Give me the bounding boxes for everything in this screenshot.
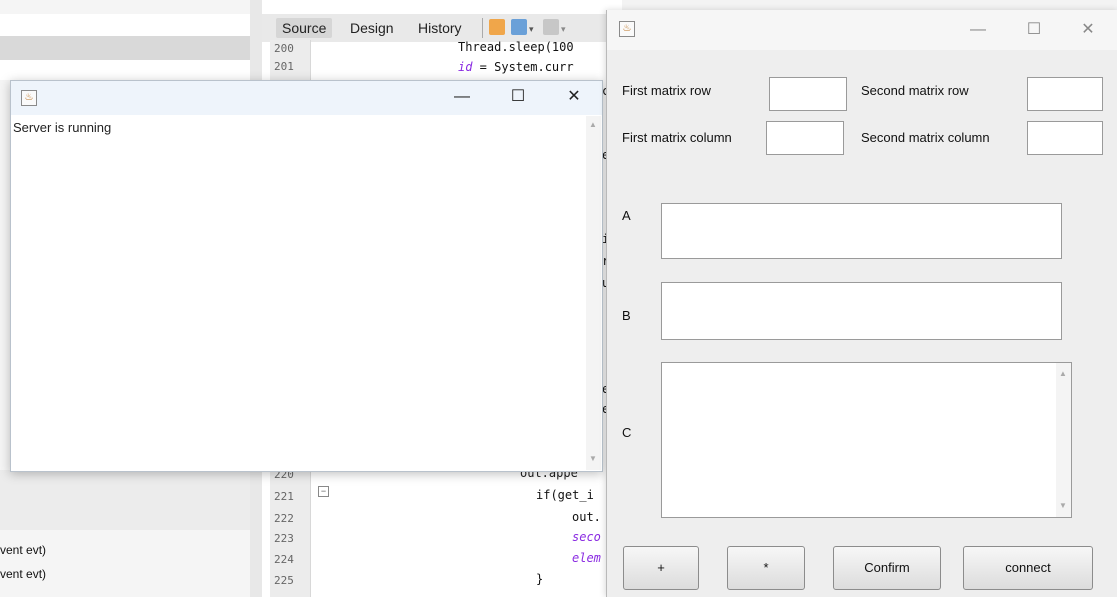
server-window-titlebar[interactable]: ♨ — ☐ ✕ xyxy=(11,81,602,115)
close-button[interactable]: ✕ xyxy=(559,85,589,109)
connect-button[interactable]: connect xyxy=(963,546,1093,590)
second-matrix-row-input[interactable] xyxy=(1027,77,1103,111)
back-icon[interactable] xyxy=(489,19,505,35)
matrix-b-label: B xyxy=(622,308,631,323)
code-line: if(get_i xyxy=(536,488,594,502)
server-log-scrollbar[interactable]: ▲ ▼ xyxy=(586,116,601,470)
line-number: 223 xyxy=(274,532,294,545)
matrix-a-label: A xyxy=(622,208,631,223)
event-method-item[interactable]: vent evt) xyxy=(0,543,46,557)
code-line: out. xyxy=(572,510,601,524)
matrix-c-scrollbar[interactable]: ▲ ▼ xyxy=(1056,363,1071,517)
tab-design[interactable]: Design xyxy=(344,18,400,38)
minimize-button[interactable]: — xyxy=(963,18,993,42)
line-number: 224 xyxy=(274,553,294,566)
find-icon[interactable] xyxy=(543,19,559,35)
navigate-icon[interactable] xyxy=(511,19,527,35)
code-line: } xyxy=(536,572,544,586)
scroll-down-icon[interactable]: ▼ xyxy=(587,454,599,464)
second-matrix-row-label: Second matrix row xyxy=(861,83,969,98)
server-log-textarea[interactable]: Server is running xyxy=(11,116,586,470)
code-line: elem xyxy=(572,551,601,565)
matrix-a-input[interactable] xyxy=(661,203,1062,259)
server-status-text: Server is running xyxy=(13,120,112,135)
navigator-row xyxy=(0,14,250,36)
first-matrix-column-input[interactable] xyxy=(766,121,844,155)
second-matrix-column-input[interactable] xyxy=(1027,121,1103,155)
maximize-button[interactable]: ☐ xyxy=(503,85,533,109)
second-matrix-column-label: Second matrix column xyxy=(861,130,990,145)
line-number: 222 xyxy=(274,512,294,525)
confirm-button[interactable]: Confirm xyxy=(833,546,941,590)
scroll-up-icon[interactable]: ▲ xyxy=(587,120,599,130)
dropdown-icon[interactable]: ▾ xyxy=(529,24,534,35)
java-icon: ♨ xyxy=(619,21,635,37)
scroll-up-icon[interactable]: ▲ xyxy=(1057,369,1069,379)
first-matrix-column-label: First matrix column xyxy=(622,130,732,145)
navigator-row-selected[interactable] xyxy=(0,36,250,60)
java-icon: ♨ xyxy=(21,90,37,106)
matrix-window-titlebar[interactable]: ♨ — ☐ ✕ xyxy=(607,10,1117,50)
close-button[interactable]: ✕ xyxy=(1073,18,1103,42)
first-matrix-row-label: First matrix row xyxy=(622,83,711,98)
code-line: Thread.sleep(100 xyxy=(458,40,574,54)
scroll-down-icon[interactable]: ▼ xyxy=(1057,501,1069,511)
line-number: 221 xyxy=(274,490,294,503)
code-token: = System.curr xyxy=(472,60,574,74)
tab-source[interactable]: Source xyxy=(276,18,333,38)
multiply-button[interactable]: * xyxy=(727,546,805,590)
matrix-window: ♨ — ☐ ✕ First matrix row Second matrix r… xyxy=(606,10,1117,597)
toolbar-divider xyxy=(482,18,483,38)
dropdown-icon[interactable]: ▾ xyxy=(561,24,566,35)
event-method-item[interactable]: vent evt) xyxy=(0,567,46,581)
plus-button[interactable]: + xyxy=(623,546,699,590)
line-number: 225 xyxy=(274,574,294,587)
line-number: 200 xyxy=(274,42,294,55)
first-matrix-row-input[interactable] xyxy=(769,77,847,111)
minimize-button[interactable]: — xyxy=(447,85,477,109)
navigator-row xyxy=(0,470,250,530)
navigator-row xyxy=(0,60,250,80)
matrix-c-output[interactable]: ▲ ▼ xyxy=(661,362,1072,518)
tab-history[interactable]: History xyxy=(412,18,468,38)
matrix-b-input[interactable] xyxy=(661,282,1062,340)
server-window: ♨ — ☐ ✕ Server is running ▲ ▼ xyxy=(10,80,603,472)
line-number: 201 xyxy=(274,60,294,73)
code-line: seco xyxy=(572,530,601,544)
maximize-button[interactable]: ☐ xyxy=(1019,18,1049,42)
fold-icon[interactable]: − xyxy=(318,486,329,497)
matrix-c-label: C xyxy=(622,425,632,440)
code-token: id xyxy=(458,60,473,74)
